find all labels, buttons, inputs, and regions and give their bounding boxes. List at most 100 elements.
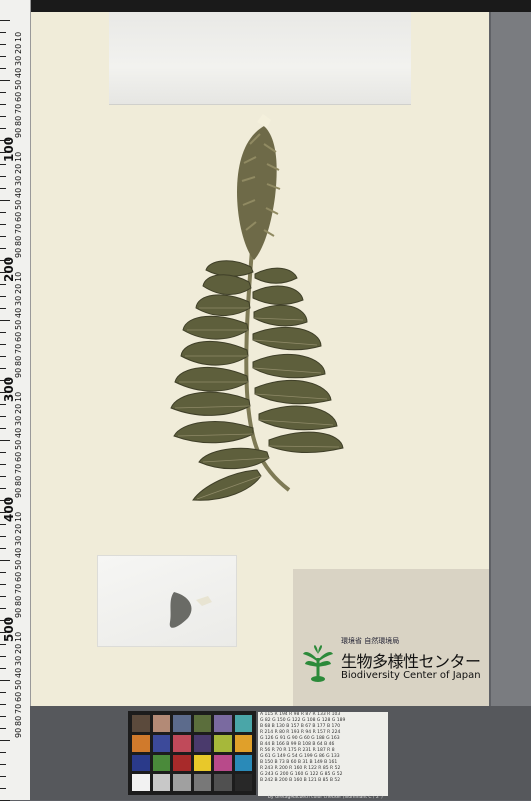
color-swatch <box>214 774 232 791</box>
center-name-en: Biodiversity Center of Japan <box>341 670 481 681</box>
ruler-tick <box>0 428 6 429</box>
ruler-tick <box>0 356 6 357</box>
ruler-tick <box>0 596 6 597</box>
ruler-tick <box>0 752 6 753</box>
color-swatch <box>173 774 191 791</box>
ruler-tick <box>0 560 10 561</box>
ruler-label: 70 <box>14 103 23 114</box>
ruler-tick <box>0 668 6 669</box>
ruler-label: 80 <box>14 715 23 726</box>
ruler-tick <box>0 344 6 345</box>
color-swatch <box>152 774 170 791</box>
ruler-label: 80 <box>14 235 23 246</box>
ruler-tick <box>0 200 10 201</box>
color-checker-caption: by GretagMacbeth color checker (Illumina… <box>268 795 383 800</box>
ruler-label: 60 <box>14 691 23 702</box>
ruler-label: 90 <box>14 727 23 738</box>
color-swatch <box>193 715 211 732</box>
ruler-tick <box>0 656 6 657</box>
color-swatch <box>173 715 191 732</box>
ruler-label: 70 <box>14 343 23 354</box>
ruler-tick <box>0 176 6 177</box>
ruler-tick <box>0 524 6 525</box>
color-swatch <box>152 754 170 772</box>
center-name-jp: 生物多様性センター <box>341 652 481 671</box>
ruler-label: 60 <box>14 331 23 342</box>
ruler-label: 20 <box>14 643 23 654</box>
ruler-tick <box>0 92 6 93</box>
ruler-label: 70 <box>14 703 23 714</box>
ruler-tick <box>0 452 6 453</box>
seed-packet <box>97 555 237 647</box>
ruler-tick <box>0 716 6 717</box>
ruler-tick <box>0 536 6 537</box>
institution-label: 環境省 自然環境局 生物多様性センター Biodiversity Center … <box>293 569 489 706</box>
ruler-tick <box>0 548 6 549</box>
color-swatch <box>132 754 150 772</box>
tree-logo-icon <box>303 645 333 682</box>
ruler-tick <box>0 236 6 237</box>
ruler-tick <box>0 164 6 165</box>
ruler-label: 80 <box>14 355 23 366</box>
ruler-tick <box>0 284 6 285</box>
ruler-tick <box>0 128 6 129</box>
ruler-tick <box>0 56 6 57</box>
color-swatch <box>214 754 232 772</box>
color-swatch <box>132 774 150 791</box>
ruler-major-label: 300 <box>2 376 16 402</box>
ruler-tick <box>0 764 6 765</box>
color-swatch <box>132 715 150 732</box>
ruler-label: 70 <box>14 223 23 234</box>
color-checker-chart <box>128 711 256 795</box>
inflorescence-spike <box>237 114 281 260</box>
left-ruler: 10 20 30 40 50 60 70 80 90 10 20 30 40 50 60 70 80 90 10 20… <box>0 0 31 801</box>
ruler-tick <box>0 464 6 465</box>
ruler-label: 60 <box>14 451 23 462</box>
ruler-label: 50 <box>14 439 23 450</box>
color-swatch <box>152 715 170 732</box>
ruler-label: 80 <box>14 475 23 486</box>
ruler-tick <box>0 44 6 45</box>
color-swatch <box>152 734 170 752</box>
color-swatch <box>234 754 252 772</box>
ruler-tick <box>0 584 6 585</box>
ruler-tick <box>0 728 6 729</box>
color-swatch <box>214 715 232 732</box>
herbarium-sheet: 環境省 自然環境局 生物多様性センター Biodiversity Center … <box>31 12 489 706</box>
color-value-table: A 115 R 194 R 98 R 87 R 133 R 103 G 82 G … <box>258 712 388 796</box>
color-swatch <box>234 774 252 791</box>
ruler-label: 60 <box>14 211 23 222</box>
ruler-label: 70 <box>14 463 23 474</box>
ruler-tick <box>0 608 6 609</box>
color-swatch <box>193 734 211 752</box>
ruler-label: 30 <box>14 655 23 666</box>
ruler-tick <box>0 68 6 69</box>
ruler-tick <box>0 404 6 405</box>
ruler-tick <box>0 368 6 369</box>
ruler-label: 40 <box>14 547 23 558</box>
ruler-label: 50 <box>14 559 23 570</box>
color-swatch <box>234 715 252 732</box>
color-swatch <box>193 774 211 791</box>
ruler-tick <box>0 320 10 321</box>
color-swatch <box>193 754 211 772</box>
ruler-tick <box>0 788 6 789</box>
color-swatch <box>173 754 191 772</box>
ruler-label: 30 <box>14 535 23 546</box>
ruler-tick <box>0 80 10 81</box>
ruler-tick <box>0 416 6 417</box>
value-table-row: B 242 B 200 B 160 B 121 B 85 B 52 <box>260 778 341 783</box>
ruler-tick <box>0 188 6 189</box>
ruler-label: 30 <box>14 55 23 66</box>
ruler-label: 20 <box>14 43 23 54</box>
ruler-label: 40 <box>14 667 23 678</box>
ruler-label: 40 <box>14 187 23 198</box>
ruler-label: 20 <box>14 403 23 414</box>
ruler-label: 70 <box>14 583 23 594</box>
ruler-major-label: 400 <box>2 496 16 522</box>
ruler-tick <box>0 488 6 489</box>
ruler-tick <box>0 224 6 225</box>
ruler-label: 60 <box>14 571 23 582</box>
ruler-label: 50 <box>14 679 23 690</box>
ruler-label: 30 <box>14 175 23 186</box>
